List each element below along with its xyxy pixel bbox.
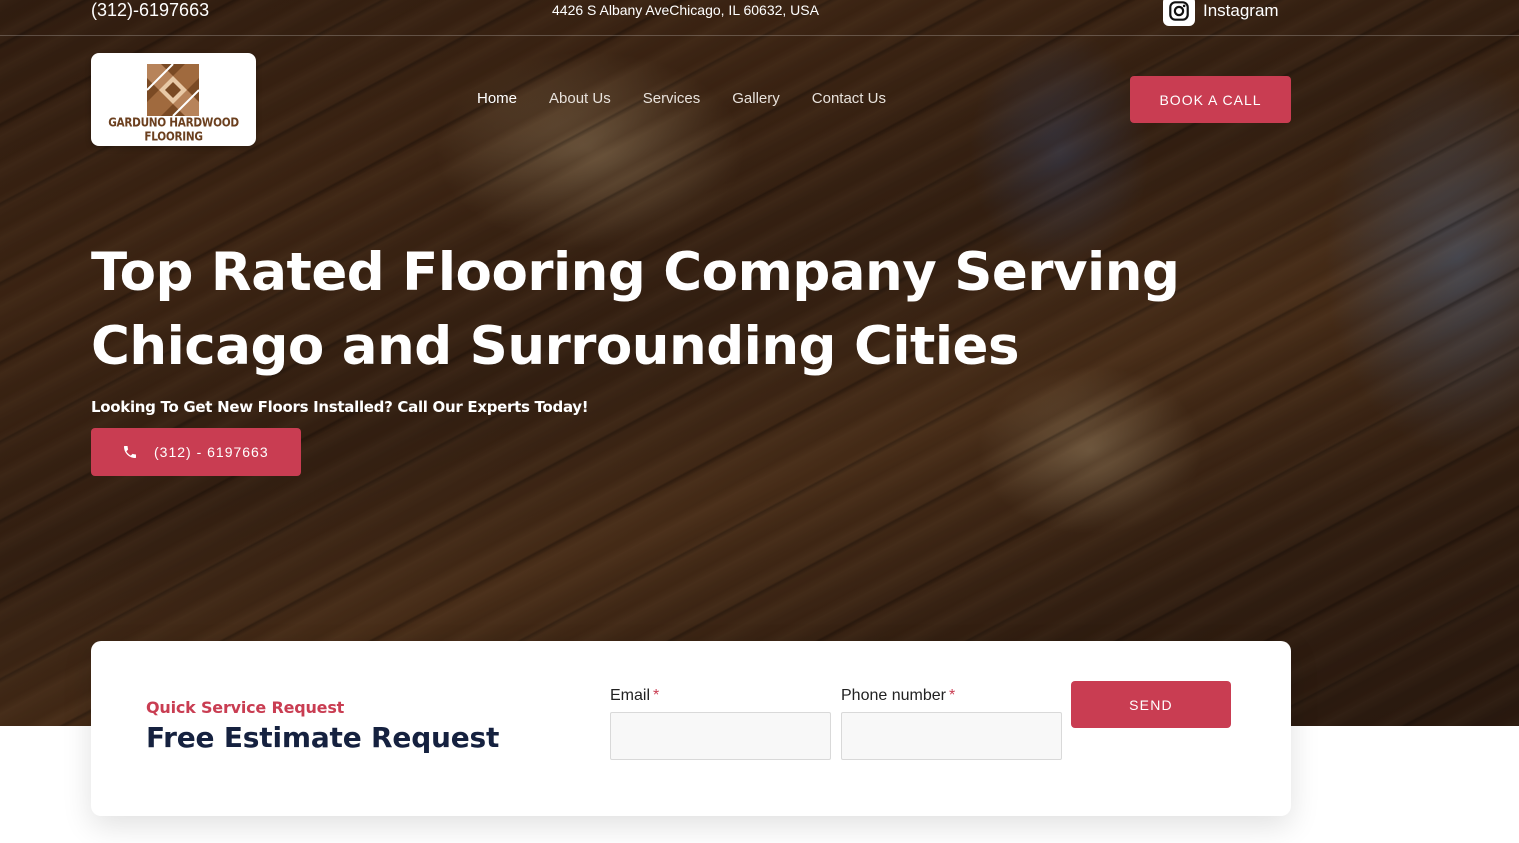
send-button[interactable]: SEND bbox=[1071, 681, 1231, 728]
logo-text: GARDUNO HARDWOOD FLOORING bbox=[108, 116, 239, 144]
hero-title: Top Rated Flooring Company Serving Chica… bbox=[91, 236, 1241, 384]
top-phone-number[interactable]: (312)-6197663 bbox=[91, 0, 209, 20]
phone-label-text: Phone number bbox=[841, 687, 946, 704]
top-address: 4426 S Albany AveChicago, IL 60632, USA bbox=[552, 2, 819, 18]
hero-subtitle: Looking To Get New Floors Installed? Cal… bbox=[91, 398, 589, 416]
call-button-label: (312) - 6197663 bbox=[154, 444, 269, 460]
hero-title-line-2: Chicago and Surrounding Cities bbox=[91, 316, 1020, 377]
top-bar: (312)-6197663 4426 S Albany AveChicago, … bbox=[0, 0, 1519, 36]
phone-number-field[interactable] bbox=[841, 712, 1062, 760]
hero-title-line-1: Top Rated Flooring Company Serving bbox=[91, 242, 1180, 303]
instagram-label: Instagram bbox=[1203, 1, 1279, 20]
nav-item-home[interactable]: Home bbox=[477, 90, 517, 108]
site-logo[interactable]: GARDUNO HARDWOOD FLOORING bbox=[91, 53, 256, 146]
form-title: Free Estimate Request bbox=[146, 721, 500, 754]
email-field[interactable] bbox=[610, 712, 831, 760]
parquet-logo-icon bbox=[147, 64, 199, 116]
phone-label: Phone number * bbox=[841, 687, 955, 705]
nav-item-gallery[interactable]: Gallery bbox=[732, 90, 780, 108]
phone-icon bbox=[124, 446, 136, 458]
instagram-link[interactable]: Instagram bbox=[1163, 0, 1279, 26]
required-marker: * bbox=[948, 687, 956, 704]
nav-item-services[interactable]: Services bbox=[643, 90, 701, 108]
email-label-text: Email bbox=[610, 687, 651, 704]
nav-item-contact-us[interactable]: Contact Us bbox=[812, 90, 886, 108]
quick-request-card: Quick Service Request Free Estimate Requ… bbox=[91, 641, 1291, 816]
form-eyebrow: Quick Service Request bbox=[146, 698, 345, 717]
call-phone-button[interactable]: (312) - 6197663 bbox=[91, 428, 301, 476]
nav-item-about-us[interactable]: About Us bbox=[549, 90, 611, 108]
email-label: Email * bbox=[610, 687, 659, 705]
main-nav: Home About Us Services Gallery Contact U… bbox=[477, 90, 918, 108]
required-marker: * bbox=[653, 687, 660, 704]
book-a-call-button[interactable]: BOOK A CALL bbox=[1130, 76, 1291, 123]
instagram-icon bbox=[1163, 0, 1195, 26]
